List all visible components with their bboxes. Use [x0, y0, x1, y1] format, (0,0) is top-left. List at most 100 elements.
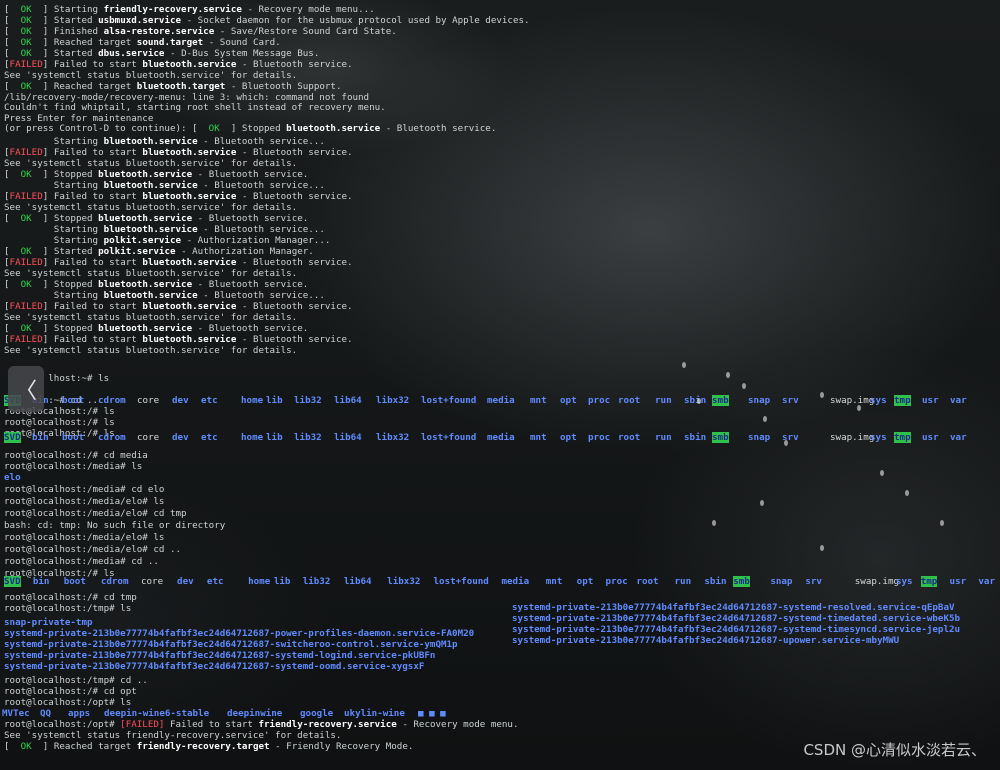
screen-glare	[940, 520, 944, 526]
console-text: root@localhost:/# cd tmp	[4, 592, 137, 603]
dir-entry: bin	[32, 432, 49, 443]
dir-entry: lib	[266, 395, 283, 406]
console-text: root@localhost:/# ls	[4, 417, 115, 428]
dir-entry: sys	[870, 432, 887, 443]
console-text: root@localhost:/media# cd ..	[4, 556, 159, 567]
console-text: See 'systemctl status bluetooth.service'…	[4, 312, 298, 323]
console-text: Starting	[4, 136, 104, 147]
service-name: polkit.service	[98, 246, 176, 257]
service-name: bluetooth.service	[142, 257, 237, 268]
dir-entry: sbin	[684, 395, 707, 406]
console-text: [	[4, 213, 21, 224]
console-text: Starting	[4, 180, 104, 191]
dir-entry: lost+found	[421, 432, 477, 443]
console-line: [FAILED] Failed to start bluetooth.servi…	[4, 59, 353, 70]
screen-glare	[742, 383, 746, 389]
dir-entry: run	[655, 395, 672, 406]
service-name: bluetooth.service	[103, 290, 198, 301]
dir-entry: sys	[870, 395, 887, 406]
back-button[interactable]: 〈	[8, 366, 44, 412]
tmp-entry: systemd-private-213b0e77774b4fafbf3ec24d…	[4, 628, 475, 639]
opt-entry: ukylin-wine	[344, 708, 405, 719]
console-line: root@localhost:/media/elo# cd ..	[4, 544, 181, 555]
service-name: dbus.service	[98, 48, 165, 59]
console-line: See 'systemctl status bluetooth.service'…	[4, 345, 297, 356]
status-failed: FAILED	[9, 257, 43, 268]
dir-entry: core	[137, 432, 160, 443]
dir-entry: root	[618, 432, 641, 443]
console-text: See 'systemctl status bluetooth.service'…	[4, 158, 298, 169]
dir-entry: mnt	[530, 395, 547, 406]
console-text: - Bluetooth service.	[236, 191, 353, 202]
dir-entry: boot	[62, 432, 85, 443]
tmp-entry: systemd-private-213b0e77774b4fafbf3ec24d…	[512, 624, 961, 635]
console-line: See 'systemctl status friendly-recovery.…	[4, 730, 341, 741]
dir-entry: lost+found	[421, 395, 477, 406]
console-text: [	[4, 279, 21, 290]
screen-glare	[784, 440, 788, 446]
console-text: bash: cd: tmp: No such file or directory	[4, 520, 226, 531]
console-text: - Friendly Recovery Mode.	[269, 741, 414, 752]
dir-entry: mnt	[545, 576, 563, 587]
service-name: usbmuxd.service	[98, 15, 182, 26]
dir-entry: libx32	[387, 576, 421, 587]
dir-entry: root	[636, 576, 659, 587]
dir-entry: run	[674, 576, 692, 587]
service-name: friendly-recovery.target	[136, 741, 270, 752]
console-line: See 'systemctl status bluetooth.service'…	[4, 312, 297, 323]
console-line: See 'systemctl status bluetooth.service'…	[4, 202, 297, 213]
console-text: ] Stopped	[31, 213, 99, 224]
console-line: [ OK ] Started polkit.service - Authoriz…	[4, 246, 314, 257]
dir-entry: lib64	[334, 432, 362, 443]
console-line: root@localhost:/# cd media	[4, 450, 148, 461]
console-line: See 'systemctl status bluetooth.service'…	[4, 268, 297, 279]
status-ok: OK	[20, 48, 32, 59]
console-line: Starting bluetooth.service - Bluetooth s…	[4, 290, 325, 301]
status-ok: OK	[20, 37, 32, 48]
dir-entry: boot	[63, 576, 86, 587]
status-ok: OK	[208, 123, 220, 134]
dir-entry: lost+found	[433, 576, 489, 587]
console-line: [ OK ] Starting friendly-recovery.servic…	[4, 4, 375, 15]
console-line: See 'systemctl status bluetooth.service'…	[4, 70, 297, 81]
console-line: [ OK ] Reached target friendly-recovery.…	[4, 741, 413, 752]
dir-entry: core	[137, 395, 160, 406]
dir-entry: srv	[805, 576, 822, 587]
console-text: Starting	[4, 235, 104, 246]
console-line: root@localhost:/tmp# ls	[4, 603, 131, 614]
console-text: Couldn't find whiptail, starting root sh…	[4, 102, 386, 113]
console-line: (or press Control-D to continue): [ OK ]…	[4, 123, 496, 134]
status-failed: FAILED	[9, 147, 43, 158]
console-text: - D-Bus System Message Bus.	[164, 48, 320, 59]
service-name: bluetooth.service	[98, 279, 193, 290]
dir-entry: var	[978, 576, 995, 587]
console-text: ] Failed to start	[42, 59, 143, 70]
status-ok: OK	[20, 26, 32, 37]
console-line: root@localhost:/# cd opt	[4, 686, 137, 697]
dir-entry: home	[248, 576, 271, 587]
dir-entry: libx32	[376, 395, 410, 406]
status-failed: [FAILED]	[120, 719, 165, 730]
screen-glare	[726, 372, 730, 378]
console-text: - Save/Restore Sound Card State.	[214, 26, 397, 37]
console-text: ] Started	[31, 246, 99, 257]
service-name: bluetooth.service	[142, 191, 237, 202]
console-line: root@localhost:/media# cd ..	[4, 556, 159, 567]
console-text: - Bluetooth service.	[192, 323, 309, 334]
dir-entry: usr	[949, 576, 967, 587]
screen-glare	[697, 398, 701, 404]
console-line: [ OK ] Reached target bluetooth.target -…	[4, 81, 341, 92]
dir-entry: cdrom	[100, 576, 129, 587]
service-name: sound.target	[136, 37, 204, 48]
dir-entry: media	[487, 432, 515, 443]
service-name: bluetooth.service	[103, 136, 198, 147]
dir-entry: boot	[62, 395, 85, 406]
csdn-watermark: CSDN @心清似水淡若云、	[803, 741, 986, 759]
console-line: root@localhost:/# ls	[4, 417, 115, 428]
console-text: ] Failed to start	[42, 257, 143, 268]
console-line: root@localhost:/opt# ls	[4, 697, 131, 708]
dir-entry: snap	[748, 432, 771, 443]
dir-entry: lib64	[343, 576, 372, 587]
console-text: - Bluetooth service.	[236, 147, 353, 158]
dir-entry: snap	[748, 395, 771, 406]
